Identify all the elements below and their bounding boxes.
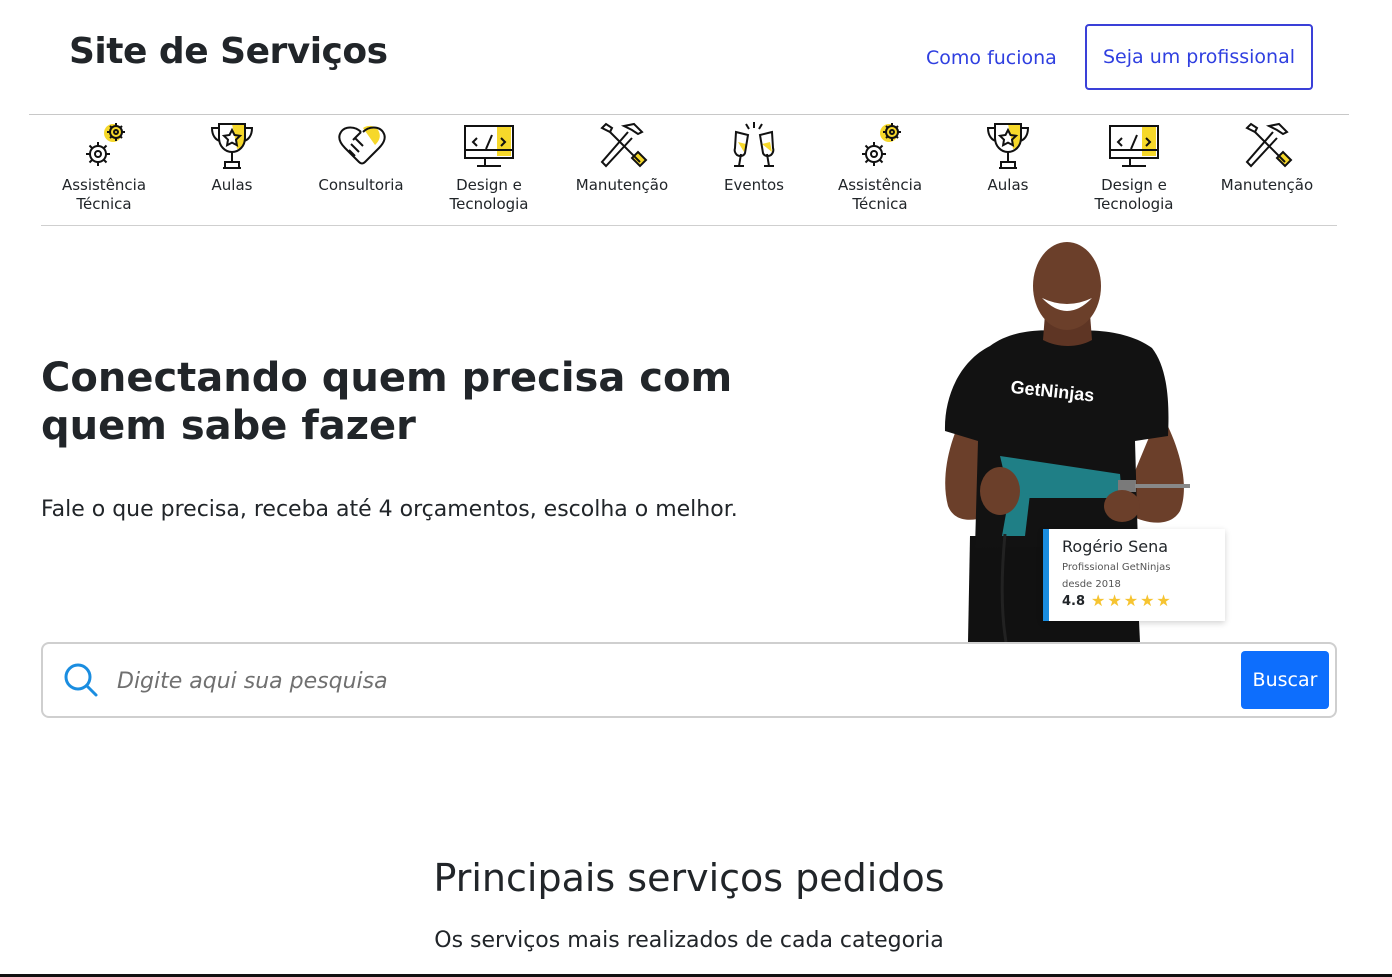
- category-consultoria[interactable]: Consultoria: [301, 118, 421, 195]
- category-manutencao[interactable]: Manutenção: [562, 118, 682, 195]
- category-label: Assistência Técnica: [837, 176, 923, 213]
- trophy-icon: [986, 123, 1030, 169]
- code-monitor-icon: [1109, 125, 1159, 167]
- how-it-works-link[interactable]: Como fuciona: [926, 47, 1057, 69]
- star-icon: ★: [1140, 591, 1155, 610]
- star-icon: ★: [1107, 591, 1122, 610]
- rating-score: 4.8: [1062, 593, 1086, 609]
- category-label: Manutenção: [1220, 176, 1314, 194]
- professional-card: Rogério Sena Profissional GetNinjas desd…: [1043, 529, 1225, 621]
- star-icon: ★: [1091, 591, 1106, 610]
- star-icon: ★: [1156, 591, 1171, 610]
- category-assistencia-tecnica-2[interactable]: Assistência Técnica: [820, 118, 940, 214]
- gears-icon: [862, 123, 901, 166]
- category-label: Aulas: [211, 176, 253, 194]
- trophy-icon: [210, 123, 254, 169]
- handshake-icon: [338, 125, 386, 165]
- categories-divider: [41, 225, 1337, 226]
- section-title: Principais serviços pedidos: [433, 856, 945, 900]
- category-label: Manutenção: [575, 176, 669, 194]
- category-label: Design e Tecnologia: [449, 176, 529, 213]
- search-icon: [64, 663, 98, 697]
- category-manutencao-2[interactable]: Manutenção: [1207, 118, 1327, 195]
- category-label: Assistência Técnica: [61, 176, 147, 213]
- header-divider: [29, 114, 1349, 115]
- page: Site de Serviços Como fuciona Seja um pr…: [0, 0, 1392, 977]
- tools-icon: [1245, 122, 1293, 168]
- category-label: Design e Tecnologia: [1094, 176, 1174, 213]
- become-professional-button[interactable]: Seja um profissional: [1085, 24, 1313, 90]
- category-assistencia-tecnica[interactable]: Assistência Técnica: [44, 118, 164, 214]
- star-icon: ★: [1123, 591, 1139, 610]
- category-eventos[interactable]: Eventos: [694, 118, 814, 195]
- site-title[interactable]: Site de Serviços: [69, 31, 388, 72]
- category-label: Eventos: [724, 176, 784, 194]
- category-design-tecnologia[interactable]: Design e Tecnologia: [429, 118, 549, 214]
- code-monitor-icon: [464, 125, 514, 167]
- search-button[interactable]: Buscar: [1241, 651, 1329, 709]
- hero-title: Conectando quem precisa com quem sabe fa…: [41, 355, 733, 449]
- gears-icon: [86, 123, 125, 166]
- tools-icon: [600, 122, 648, 168]
- category-aulas[interactable]: Aulas: [172, 118, 292, 195]
- hero-subtitle: Fale o que precisa, receba até 4 orçamen…: [41, 497, 738, 522]
- category-label: Aulas: [987, 176, 1029, 194]
- search-input[interactable]: [115, 658, 1219, 704]
- section-subtitle: Os serviços mais realizados de cada cate…: [434, 928, 944, 953]
- category-aulas-2[interactable]: Aulas: [948, 118, 1068, 195]
- category-label: Consultoria: [318, 176, 404, 194]
- search-bar: Buscar: [41, 642, 1337, 718]
- professional-description: Profissional GetNinjas desde 2018: [1062, 562, 1171, 590]
- professional-name: Rogério Sena: [1062, 537, 1169, 556]
- champagne-icon: [733, 122, 775, 167]
- professional-rating: 4.8 ★ ★ ★ ★ ★: [1062, 593, 1225, 609]
- category-design-tecnologia-2[interactable]: Design e Tecnologia: [1074, 118, 1194, 214]
